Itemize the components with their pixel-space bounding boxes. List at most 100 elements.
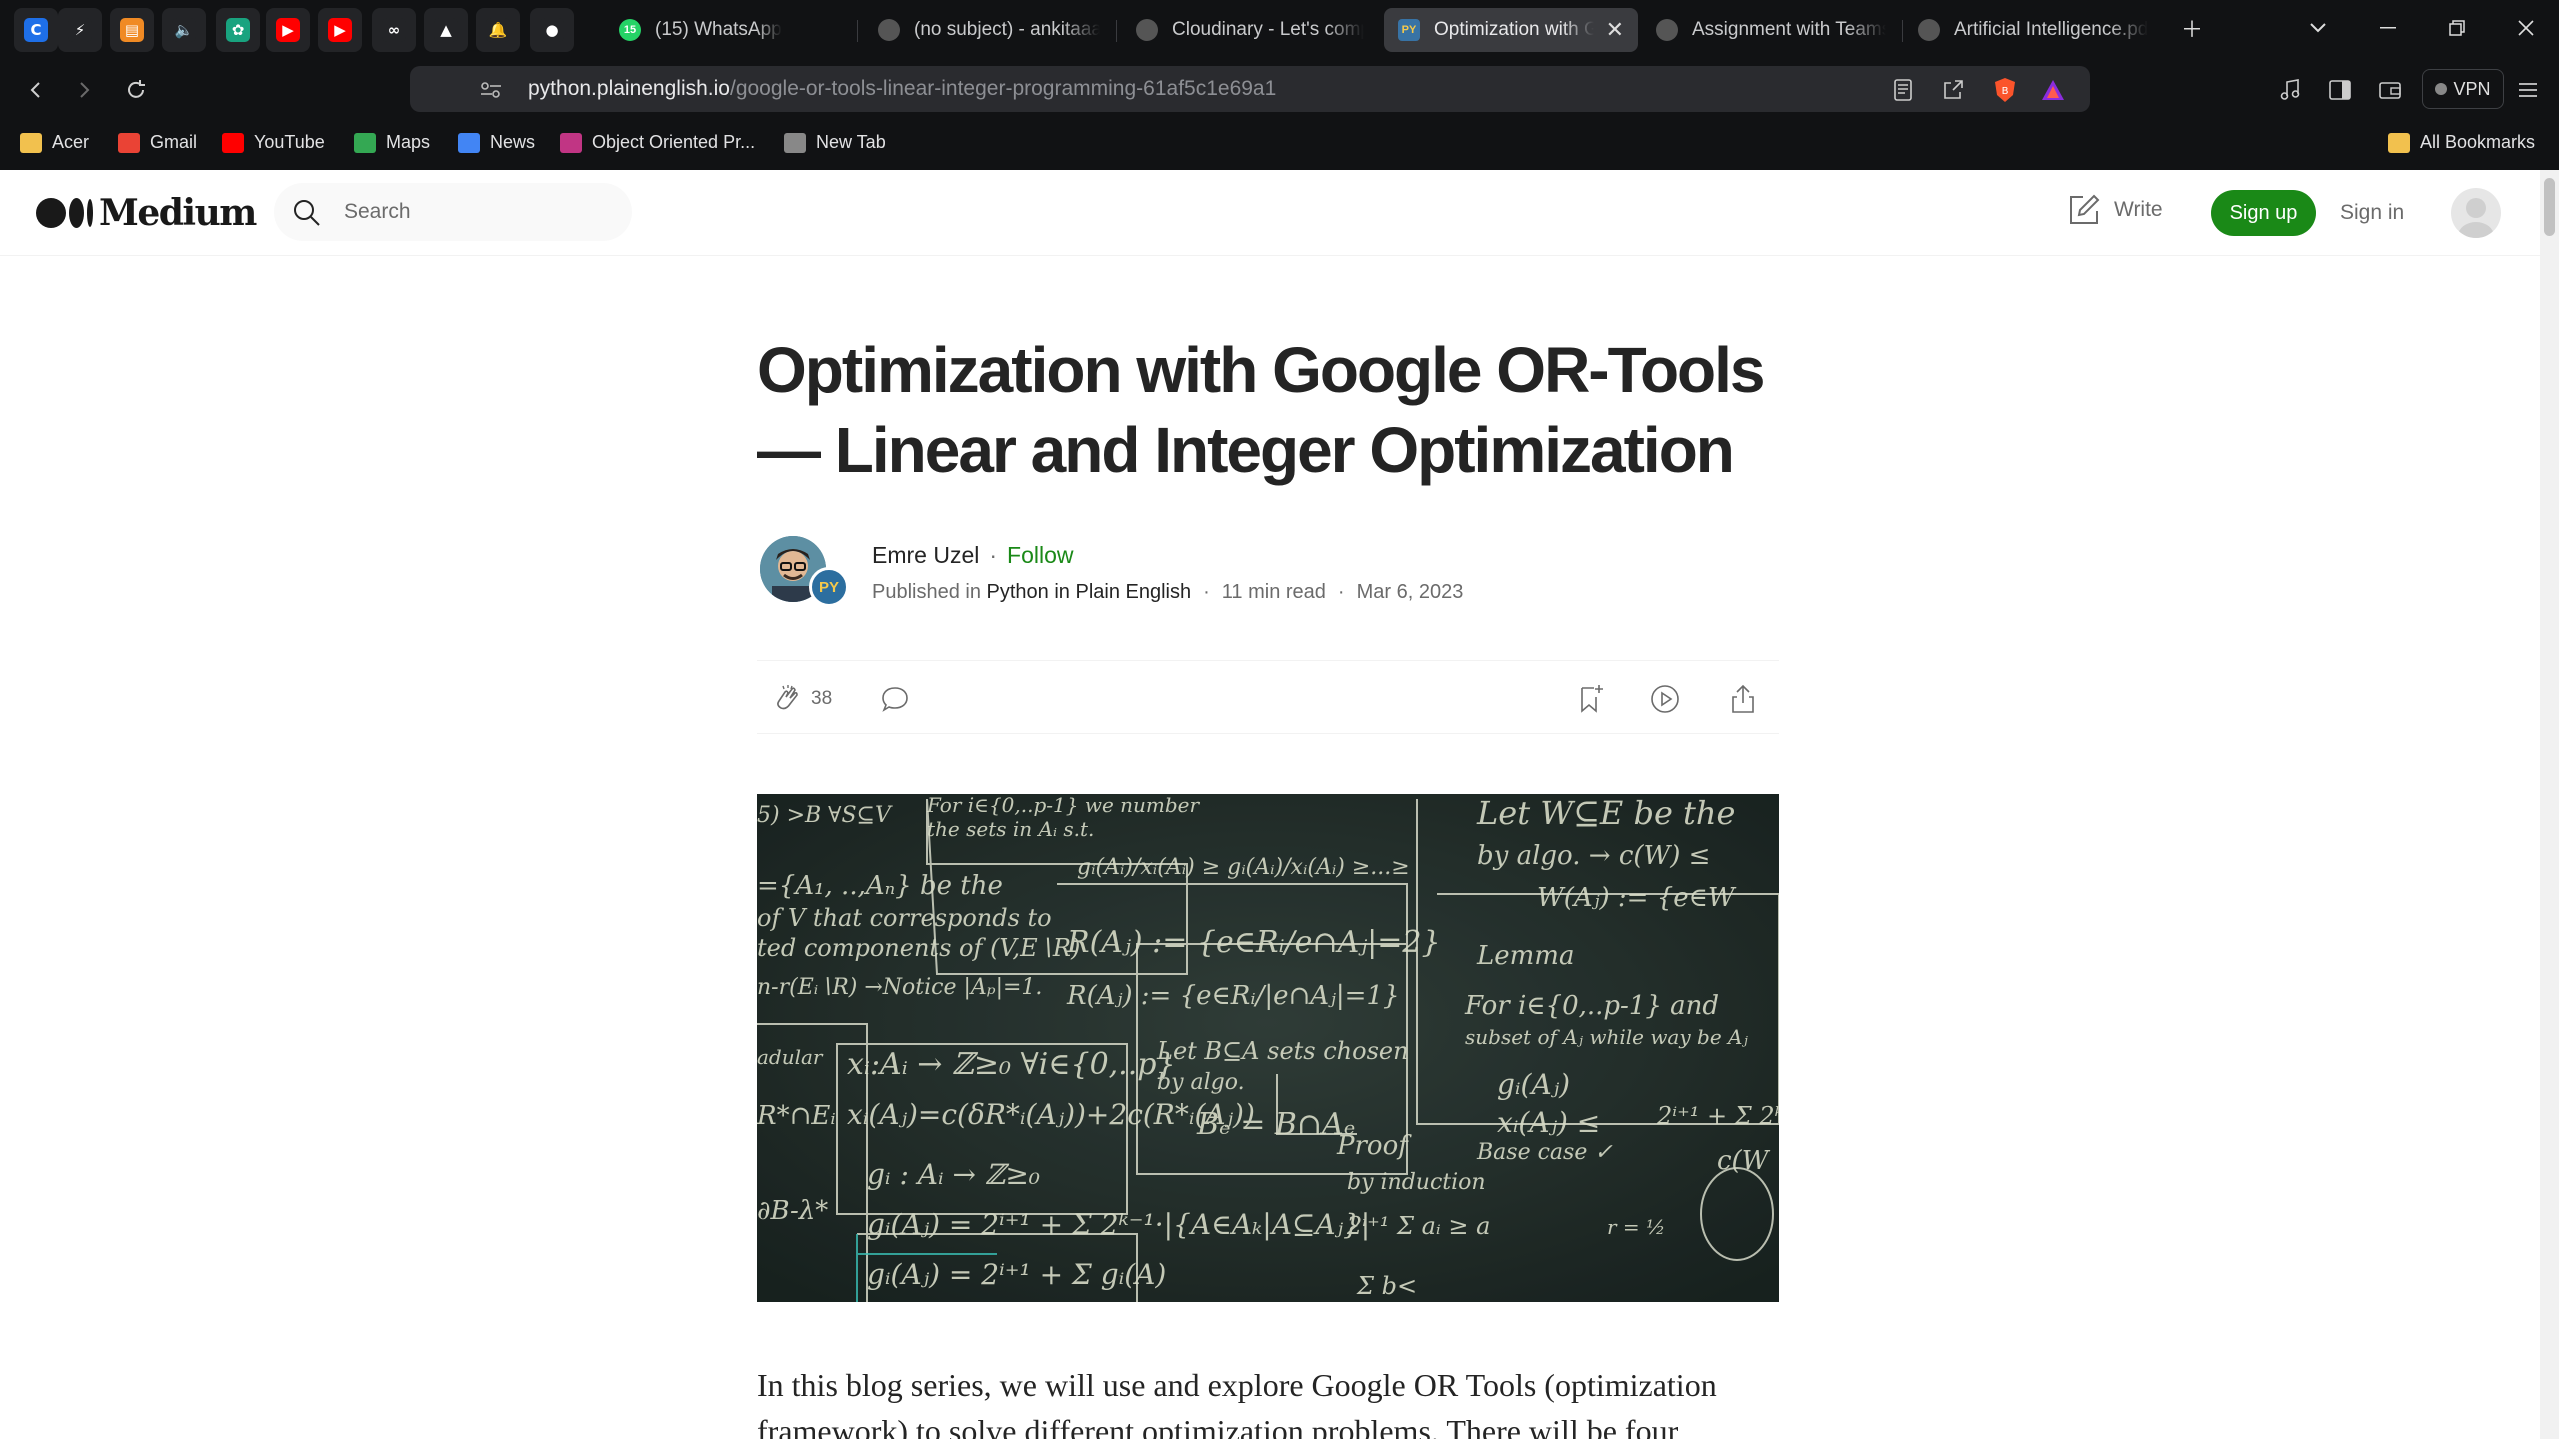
article-actions-bar: 38 xyxy=(757,660,1779,734)
google-drive-icon: ▲ xyxy=(434,18,458,42)
brave-rewards-icon[interactable] xyxy=(2040,77,2066,103)
browser-tab[interactable]: Assignment with Teams xyxy=(1642,8,1900,52)
comment-button[interactable] xyxy=(879,683,911,715)
youtube-icon: ▶ xyxy=(276,18,300,42)
sign-up-button[interactable]: Sign up xyxy=(2211,190,2316,236)
search-box[interactable] xyxy=(274,183,632,241)
follow-button[interactable]: Follow xyxy=(1007,542,1073,568)
pinned-tab[interactable]: ▶ xyxy=(266,8,310,52)
menu-icon[interactable] xyxy=(2506,68,2550,112)
new-tab-button[interactable]: ＋ xyxy=(2172,8,2212,48)
youtube-icon xyxy=(222,132,244,153)
pinned-tab[interactable]: ● xyxy=(530,8,574,52)
user-avatar[interactable] xyxy=(2451,188,2501,238)
play-icon xyxy=(1651,685,1679,713)
pinned-tab[interactable]: C xyxy=(14,8,58,52)
tab-separator xyxy=(1116,20,1117,42)
pinned-tab[interactable]: ▤ xyxy=(110,8,154,52)
bookmark-item[interactable]: Acer xyxy=(20,132,89,153)
pinned-tab[interactable]: ⚡ xyxy=(58,8,102,52)
forward-button[interactable] xyxy=(62,68,106,112)
publication-link[interactable]: Python in Plain English xyxy=(987,581,1192,603)
listen-button[interactable] xyxy=(1649,683,1681,715)
browser-tab[interactable]: 15 (15) WhatsApp xyxy=(605,8,855,52)
restore-button[interactable] xyxy=(2437,8,2477,48)
scrollbar-thumb[interactable] xyxy=(2544,178,2555,236)
address-bar[interactable]: python.plainenglish.io/google-or-tools-l… xyxy=(410,66,2090,112)
tab-title: (15) WhatsApp xyxy=(655,19,782,40)
back-button[interactable] xyxy=(14,68,58,112)
browser-tab[interactable]: Artificial Intelligence.pdf xyxy=(1904,8,2162,52)
media-icon[interactable] xyxy=(2268,68,2312,112)
bookmark-item[interactable]: Gmail xyxy=(118,132,197,153)
site-settings-icon[interactable] xyxy=(478,77,504,103)
clap-button[interactable]: 38 xyxy=(771,683,832,715)
all-bookmarks-button[interactable]: All Bookmarks xyxy=(2388,132,2535,153)
medium-header: Medium Write Sign up Sign in xyxy=(0,170,2540,256)
url-host: python.plainenglish.io xyxy=(528,77,730,100)
brave-shields-icon[interactable]: B xyxy=(1992,77,2018,103)
url-text[interactable]: python.plainenglish.io/google-or-tools-l… xyxy=(528,77,1276,101)
browser-tab[interactable]: PY Optimization with G ✕ xyxy=(1384,8,1638,52)
save-button[interactable] xyxy=(1575,683,1607,715)
share-icon xyxy=(1732,684,1754,713)
chatgpt-icon: ✿ xyxy=(226,18,250,42)
pinned-tab[interactable]: ▶ xyxy=(318,8,362,52)
browser-toolbar: python.plainenglish.io/google-or-tools-l… xyxy=(0,58,2559,120)
search-input[interactable] xyxy=(344,197,604,227)
medium-logo[interactable]: Medium xyxy=(36,192,257,234)
folder-icon xyxy=(20,132,42,153)
pinned-tab[interactable]: 🔔 xyxy=(476,8,520,52)
browser-tab[interactable]: (no subject) - ankitaaa5 xyxy=(864,8,1114,52)
bookmark-item[interactable]: YouTube xyxy=(222,132,325,153)
reader-mode-icon[interactable] xyxy=(1890,77,1916,103)
pinned-tab[interactable]: ∞ xyxy=(372,8,416,52)
tab-title: Artificial Intelligence.pdf xyxy=(1954,19,2148,40)
bookmark-add-icon xyxy=(1581,685,1603,713)
minimize-button[interactable] xyxy=(2368,8,2408,48)
bookmark-item[interactable]: Object Oriented Pr... xyxy=(560,132,755,153)
publication-badge[interactable]: PY xyxy=(809,567,849,607)
bookmark-item[interactable]: Maps xyxy=(354,132,430,153)
pinned-tab[interactable]: ✿ xyxy=(216,8,260,52)
pinned-tab[interactable]: ▲ xyxy=(424,8,468,52)
sidebar-toggle-icon[interactable] xyxy=(2318,68,2362,112)
tab-title: Assignment with Teams xyxy=(1692,19,1886,40)
bookmark-item[interactable]: News xyxy=(458,132,535,153)
chalkboard-illustration: 5) >B ∀S⊆V For i∈{0,..p-1} we number the… xyxy=(757,794,1779,1302)
bookmark-label: New Tab xyxy=(816,132,886,152)
separator-dot: · xyxy=(1203,581,1210,603)
share-icon[interactable] xyxy=(1940,77,1966,103)
title-line-1: Optimization with Google OR-Tools xyxy=(757,334,1766,406)
page-scrollbar[interactable] xyxy=(2540,170,2559,1439)
write-button[interactable]: Write xyxy=(2068,194,2163,226)
maps-icon xyxy=(354,132,376,153)
sign-in-link[interactable]: Sign in xyxy=(2340,201,2404,225)
article-body-paragraph: In this blog series, we will use and exp… xyxy=(757,1362,1779,1439)
separator-dot: · xyxy=(989,542,998,568)
comment-icon xyxy=(882,687,908,712)
reload-button[interactable] xyxy=(114,68,158,112)
vpn-button[interactable]: VPN xyxy=(2422,69,2504,109)
tab-title: Optimization with G xyxy=(1434,19,1594,40)
browser-tab[interactable]: Cloudinary - Let's compr xyxy=(1122,8,1378,52)
python-icon: PY xyxy=(1398,19,1420,41)
body-line-2: framework) to solve different optimizati… xyxy=(757,1413,1679,1439)
web-page: Medium Write Sign up Sign in Optimizatio… xyxy=(0,170,2540,1439)
pinned-tab[interactable]: 🔈 xyxy=(162,8,206,52)
wallet-icon[interactable] xyxy=(2368,68,2412,112)
share-button[interactable] xyxy=(1727,683,1759,715)
bookmark-label: Acer xyxy=(52,132,90,152)
read-time: 11 min read xyxy=(1221,581,1326,603)
bookmark-label: Object Oriented Pr... xyxy=(592,132,756,152)
bookmark-item[interactable]: New Tab xyxy=(784,132,886,153)
speaker-icon: 🔈 xyxy=(172,18,196,42)
all-bookmarks-label: All Bookmarks xyxy=(2420,132,2536,152)
hero-image-chalkboard: 5) >B ∀S⊆V For i∈{0,..p-1} we number the… xyxy=(757,794,1779,1302)
close-tab-icon[interactable]: ✕ xyxy=(1606,17,1624,43)
write-label: Write xyxy=(2114,198,2163,221)
close-window-button[interactable] xyxy=(2506,8,2546,48)
tab-search-chevron-icon[interactable] xyxy=(2298,8,2338,48)
folder-icon xyxy=(2388,132,2410,153)
author-name[interactable]: Emre Uzel xyxy=(872,542,979,568)
